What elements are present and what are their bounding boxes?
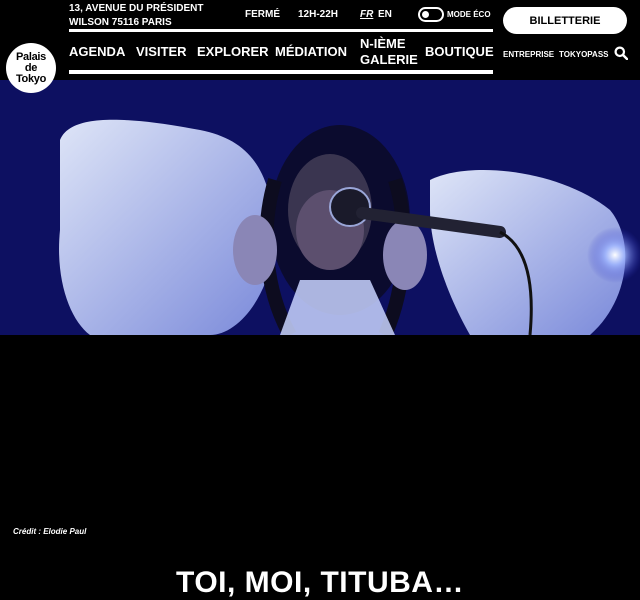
nav-galerie[interactable]: N-IÈME GALERIE xyxy=(360,36,418,68)
nav-galerie-line-1: N-IÈME xyxy=(360,36,406,51)
nav-visiter[interactable]: VISITER xyxy=(136,44,187,59)
entreprise-link[interactable]: ENTREPRISE xyxy=(503,50,554,59)
eco-mode-label: MODE ÉCO xyxy=(447,10,491,19)
address-line-1: 13, AVENUE DU PRÉSIDENT xyxy=(69,3,204,14)
site-header: 13, AVENUE DU PRÉSIDENT WILSON 75116 PAR… xyxy=(0,0,640,80)
nav-galerie-line-2: GALERIE xyxy=(360,52,418,67)
toggle-knob xyxy=(422,11,429,18)
ticketing-button[interactable]: BILLETTERIE xyxy=(503,7,627,34)
address: 13, AVENUE DU PRÉSIDENT WILSON 75116 PAR… xyxy=(69,2,203,30)
opening-hours: 12H-22H xyxy=(298,9,339,20)
eco-mode-toggle[interactable] xyxy=(418,7,444,22)
logo-line-3: Tokyo xyxy=(15,72,47,85)
opening-status: FERMÉ xyxy=(245,9,280,20)
nav-explorer[interactable]: EXPLORER xyxy=(197,44,269,59)
nav-boutique[interactable]: BOUTIQUE xyxy=(425,44,494,59)
nav-agenda[interactable]: AGENDA xyxy=(69,44,125,59)
lang-en-link[interactable]: EN xyxy=(378,9,392,20)
performer-photo xyxy=(0,80,640,335)
nav-mediation[interactable]: MÉDIATION xyxy=(275,44,347,59)
header-divider-bottom xyxy=(69,70,493,74)
page-title: TOI, MOI, TITUBA… xyxy=(176,566,464,599)
photo-credit: Crédit : Elodie Paul xyxy=(13,527,87,536)
address-line-2: WILSON 75116 PARIS xyxy=(69,17,172,28)
search-icon[interactable] xyxy=(614,46,628,60)
tokyopass-link[interactable]: TOKYOPASS xyxy=(559,50,609,59)
hero-image xyxy=(0,80,640,335)
site-logo[interactable]: Palais de Tokyo xyxy=(6,43,56,93)
logo-line-2: de xyxy=(24,61,38,74)
logo-line-1: Palais xyxy=(15,50,46,63)
lang-fr-link[interactable]: FR xyxy=(360,9,373,20)
header-divider-top xyxy=(69,29,493,32)
